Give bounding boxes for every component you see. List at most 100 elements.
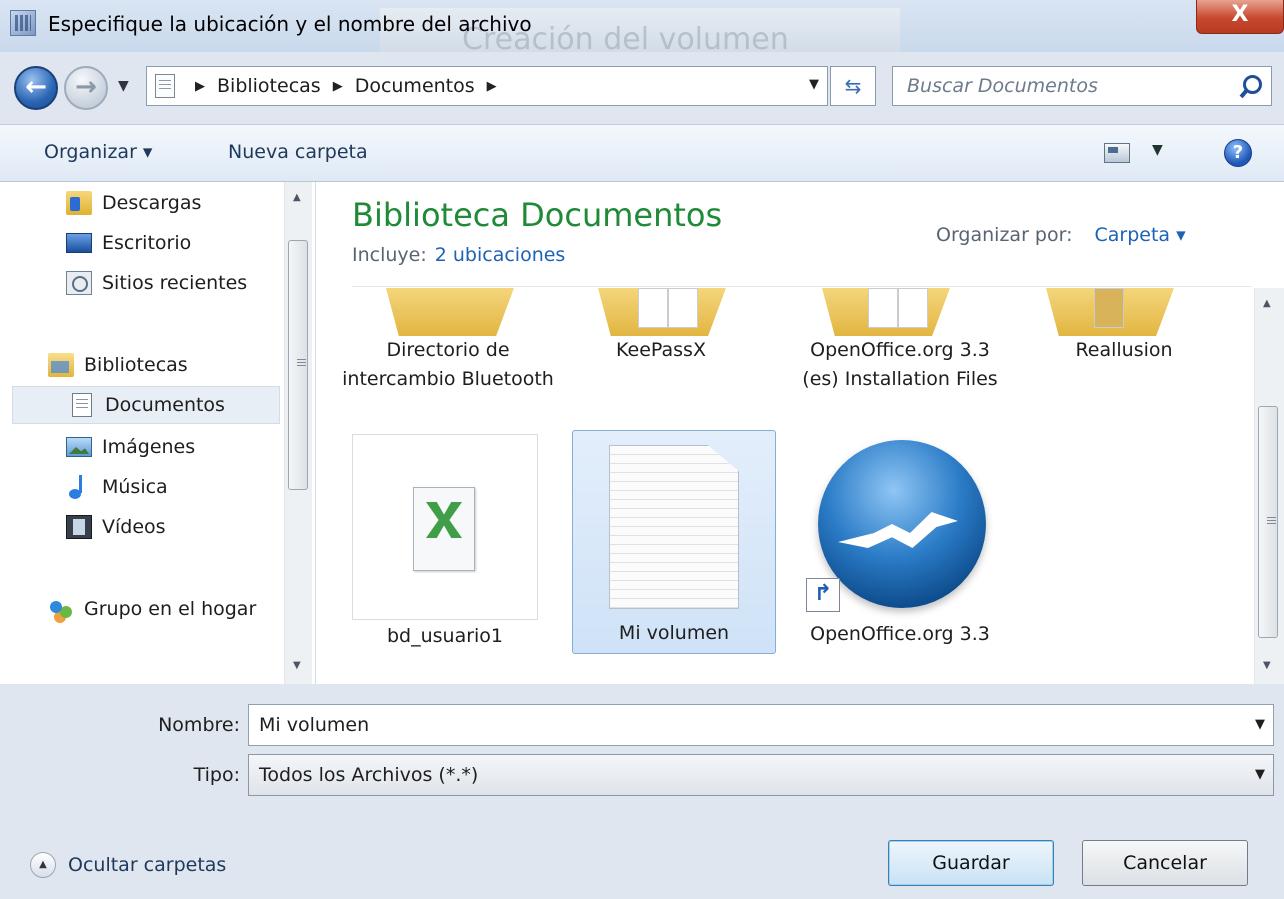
folder-icon <box>598 288 726 336</box>
cancel-button[interactable]: Cancelar <box>1082 840 1248 886</box>
search-placeholder: Buscar Documentos <box>907 75 1098 97</box>
title-bar: Creación del volumen Especifique la ubic… <box>0 0 1284 57</box>
arrange-by-label: Organizar por: <box>936 224 1073 246</box>
change-view-icon[interactable] <box>1104 143 1130 163</box>
scroll-down-icon[interactable]: ▼ <box>293 660 301 671</box>
chevron-down-icon[interactable]: ▼ <box>1255 767 1265 782</box>
file-type-select[interactable]: Todos los Archivos (*.*) ▼ <box>248 754 1274 796</box>
back-button[interactable]: ← <box>14 66 58 110</box>
folder-icon <box>1046 288 1174 336</box>
documents-icon <box>72 393 92 417</box>
documents-location-icon <box>155 74 175 98</box>
folder-item[interactable]: Reallusion <box>1046 336 1202 365</box>
nav-item-imagenes[interactable]: Imágenes <box>66 428 195 466</box>
file-type-value: Todos los Archivos (*.*) <box>259 764 479 786</box>
nav-item-label: Música <box>102 476 168 498</box>
file-name-input[interactable]: Mi volumen ▼ <box>248 704 1274 746</box>
nav-item-label: Vídeos <box>102 516 166 538</box>
address-dropdown-icon[interactable]: ▼ <box>809 77 819 92</box>
nav-item-musica[interactable]: Música <box>66 468 168 506</box>
scroll-grip-icon <box>1267 517 1276 524</box>
window-title: Especifique la ubicación y el nombre del… <box>48 12 532 36</box>
openoffice-logo-icon[interactable] <box>818 440 986 608</box>
nav-item-label: Imágenes <box>102 436 196 458</box>
content-scrollbar-thumb[interactable] <box>1258 406 1278 638</box>
folder-item[interactable]: KeePassX <box>586 336 736 365</box>
scroll-grip-icon <box>297 359 306 366</box>
hide-folders-toggle[interactable]: ▲ Ocultar carpetas <box>30 852 226 878</box>
name-label: Nombre: <box>158 714 240 736</box>
folder-item[interactable]: OpenOffice.org 3.3 (es) Installation Fil… <box>802 336 998 394</box>
chevron-right-icon[interactable]: ▶ <box>333 79 343 94</box>
history-dropdown-icon[interactable]: ▼ <box>118 78 129 94</box>
file-name-value: Mi volumen <box>259 714 370 736</box>
save-form: Nombre: Mi volumen ▼ Tipo: Todos los Arc… <box>0 684 1284 899</box>
pictures-icon <box>66 437 92 457</box>
locations-link[interactable]: 2 ubicaciones <box>435 244 566 266</box>
new-folder-button[interactable]: Nueva carpeta <box>228 141 368 163</box>
type-label: Tipo: <box>193 764 240 786</box>
includes-label: Incluye: <box>352 244 427 266</box>
nav-scrollbar-thumb[interactable] <box>288 240 308 490</box>
breadcrumb-bibliotecas[interactable]: Bibliotecas <box>217 75 321 97</box>
search-input[interactable]: Buscar Documentos <box>892 66 1272 106</box>
nav-item-escritorio[interactable]: Escritorio <box>66 224 191 262</box>
nav-item-label: Documentos <box>105 394 225 416</box>
help-button[interactable]: ? <box>1224 139 1252 167</box>
nav-item-documentos[interactable]: Documentos <box>12 386 280 424</box>
nav-item-label: Escritorio <box>102 232 192 254</box>
nav-item-partial[interactable] <box>48 666 74 684</box>
close-button[interactable]: X <box>1196 0 1284 34</box>
organize-button[interactable]: Organizar ▾ <box>44 141 152 163</box>
content-scrollbar[interactable]: ▲ ▼ <box>1254 288 1284 684</box>
nav-item-sitios-recientes[interactable]: Sitios recientes <box>66 264 247 302</box>
view-dropdown-icon[interactable]: ▼ <box>1152 142 1163 158</box>
folder-icon <box>386 288 514 336</box>
file-list-pane: Biblioteca Documentos Incluye: 2 ubicacio… <box>316 182 1284 684</box>
scroll-up-icon[interactable]: ▲ <box>293 192 301 203</box>
breadcrumb: ▶ Bibliotecas ▶ Documentos ▶ <box>195 75 497 97</box>
shortcut-item[interactable]: OpenOffice.org 3.3 <box>802 620 998 649</box>
recent-places-icon <box>66 271 92 295</box>
chevron-right-icon[interactable]: ▶ <box>487 79 497 94</box>
desktop-icon <box>66 233 92 253</box>
nav-scrollbar[interactable]: ▲ ▼ <box>284 182 312 684</box>
arrange-by-dropdown[interactable]: Carpeta ▾ <box>1095 224 1186 246</box>
arrange-by: Organizar por: Carpeta ▾ <box>936 224 1186 246</box>
refresh-button[interactable]: ⇆ <box>830 66 876 106</box>
file-item-label: Mi volumen <box>618 622 730 644</box>
nav-item-videos[interactable]: Vídeos <box>66 508 166 546</box>
scroll-up-icon[interactable]: ▲ <box>1263 298 1271 309</box>
nav-item-bibliotecas[interactable]: Bibliotecas <box>48 346 188 384</box>
nav-item-label: Bibliotecas <box>84 354 188 376</box>
file-item-selected[interactable]: Mi volumen <box>572 430 776 654</box>
nav-item-label: Grupo en el hogar <box>84 598 257 620</box>
navigation-pane: Descargas Escritorio Sitios recientes Bi… <box>0 182 316 684</box>
library-title: Biblioteca Documentos <box>352 196 723 234</box>
folder-item[interactable]: Directorio de intercambio Bluetooth <box>342 336 554 394</box>
chevron-right-icon[interactable]: ▶ <box>195 79 205 94</box>
spreadsheet-icon <box>413 487 475 571</box>
file-thumbnail[interactable] <box>352 434 538 620</box>
downloads-folder-icon <box>66 191 92 215</box>
nav-item-label: Descargas <box>102 192 202 214</box>
music-icon <box>66 475 92 499</box>
homegroup-icon <box>48 597 74 621</box>
divider <box>352 286 1252 287</box>
address-bar[interactable]: ▶ Bibliotecas ▶ Documentos ▶ ▼ <box>146 66 828 106</box>
shortcut-arrow-icon: ↱ <box>806 578 840 612</box>
nav-item-descargas[interactable]: Descargas <box>66 184 201 222</box>
app-icon <box>10 10 36 36</box>
chevron-down-icon[interactable]: ▼ <box>1255 717 1265 732</box>
forward-button[interactable]: → <box>64 66 108 110</box>
nav-item-label: Sitios recientes <box>102 272 248 294</box>
file-item[interactable]: bd_usuario1 <box>342 622 548 651</box>
folder-icon <box>822 288 950 336</box>
save-button[interactable]: Guardar <box>888 840 1054 886</box>
scroll-down-icon[interactable]: ▼ <box>1263 660 1271 671</box>
breadcrumb-documentos[interactable]: Documentos <box>355 75 475 97</box>
search-icon[interactable] <box>1239 74 1263 98</box>
library-includes: Incluye: 2 ubicaciones <box>352 244 565 266</box>
nav-item-grupo-hogar[interactable]: Grupo en el hogar <box>48 590 256 628</box>
hide-folders-label: Ocultar carpetas <box>68 854 227 876</box>
